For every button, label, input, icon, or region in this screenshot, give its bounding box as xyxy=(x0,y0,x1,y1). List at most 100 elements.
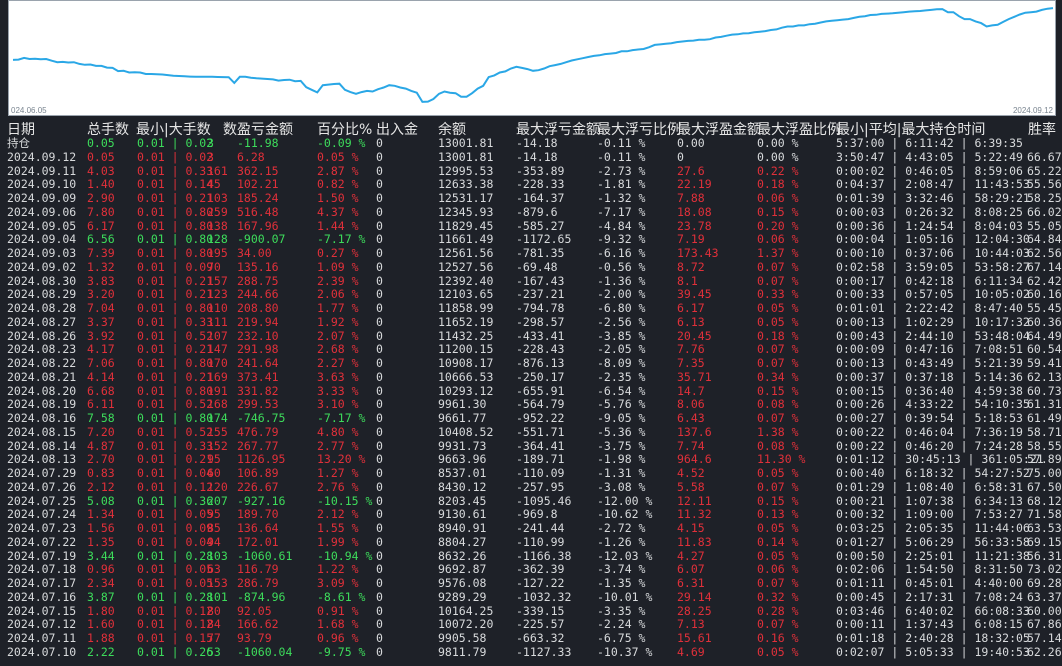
table-row[interactable]: 2024.07.22 1.35 0.01 | 0.04 94 172.01 1.99 % 0… xyxy=(0,534,1062,550)
table-row[interactable]: 2024.08.27 3.37 0.01 | 0.33 111 219.94 1.92 %… xyxy=(0,314,1062,330)
table-row[interactable]: 2024.07.26 2.12 0.01 | 0.12 120 226.67 2.76 %… xyxy=(0,479,1062,495)
cell-date: 2024.08.27 xyxy=(7,314,77,329)
table-row[interactable]: 2024.08.15 7.20 0.01 | 0.52 155 476.79 4.80 %… xyxy=(0,424,1062,440)
cell-profit: 226.67 xyxy=(237,479,279,494)
header-holding-time[interactable]: 最小|平均|最大持仓时间 xyxy=(836,119,985,138)
header-balance[interactable]: 余额 xyxy=(438,119,466,138)
cell-balance: 8632.26 xyxy=(438,548,487,563)
cell-holding-time: 0:00:10 | 0:37:06 | 10:44:03 xyxy=(836,246,1030,260)
table-row[interactable]: 2024.07.17 2.34 0.01 | 0.05 153 286.79 3.09 %… xyxy=(0,576,1062,591)
cell-holding-time: 0:01:18 | 2:40:28 | 18:32:05 xyxy=(836,631,1030,645)
table-row[interactable]: 2024.07.11 1.88 0.01 | 0.15 77 93.79 0.96 % 0 9… xyxy=(0,631,1062,646)
header-date[interactable]: 日期 xyxy=(7,119,35,138)
header-max-float-loss-pct[interactable]: 最大浮亏比例 xyxy=(597,119,681,138)
cell-max-float-loss-pct: -8.09 % xyxy=(597,356,646,370)
cell-win-rate: 62.13 xyxy=(1027,369,1062,384)
cell-date: 2024.09.05 xyxy=(7,218,77,233)
cell-max-float-profit: 6.43 xyxy=(677,411,705,425)
cell-percent: 1.09 % xyxy=(317,259,359,274)
cell-trade-count: 77 xyxy=(207,631,221,645)
cell-max-float-loss: -1032.32 xyxy=(516,589,572,604)
cell-total-lots: 1.35 xyxy=(87,534,115,549)
cell-total-lots: 3.83 xyxy=(87,273,115,288)
header-win-rate[interactable]: 胜率 xyxy=(1028,119,1056,138)
table-row[interactable]: 2024.08.26 3.92 0.01 | 0.52 107 232.10 2.07 %… xyxy=(0,329,1062,344)
cell-max-float-loss: -794.78 xyxy=(516,301,565,315)
header-max-float-profit-amount[interactable]: 最大浮盈金额 xyxy=(677,119,761,138)
table-row[interactable]: 2024.08.19 6.11 0.01 | 0.52 168 299.53 3.10 %… xyxy=(0,398,1062,412)
cell-holding-time: 0:00:36 | 1:24:54 | 8:04:03 xyxy=(836,218,1023,233)
table-row[interactable]: 2024.09.05 6.17 0.01 | 0.80 138 167.96 1.44 %… xyxy=(0,218,1062,234)
cell-deposit: 0 xyxy=(376,149,383,164)
cell-min-max-lots: 0.01 | 0.02 xyxy=(137,136,214,150)
cell-max-float-profit: 12.11 xyxy=(677,493,712,508)
cell-max-float-profit: 8.1 xyxy=(677,273,698,288)
table-row[interactable]: 2024.08.30 3.83 0.01 | 0.21 157 288.75 2.39 %… xyxy=(0,273,1062,289)
cell-percent: 0.82 % xyxy=(317,177,359,192)
table-row[interactable]: 2024.09.09 2.90 0.01 | 0.21 103 185.24 1.50 %… xyxy=(0,191,1062,206)
cell-max-float-profit: 7.13 xyxy=(677,617,705,632)
table-row[interactable]: 2024.07.23 1.56 0.01 | 0.09 85 136.64 1.55 % 0… xyxy=(0,521,1062,536)
header-trade-count[interactable]: 数 xyxy=(223,119,237,138)
table-row[interactable]: 2024.07.29 0.83 0.01 | 0.04 60 106.89 1.27 % 0… xyxy=(0,466,1062,481)
header-max-float-loss-amount[interactable]: 最大浮亏金额 xyxy=(516,119,600,138)
cell-trade-count: 3 xyxy=(207,136,214,150)
table-row[interactable]: 2024.08.16 7.58 0.01 | 0.80 174 -746.75 -7.17… xyxy=(0,411,1062,426)
cell-max-float-profit: 14.7 xyxy=(677,383,705,398)
cell-max-float-loss-pct: -6.80 % xyxy=(597,301,646,315)
cell-max-float-profit-pct: 1.38 % xyxy=(757,424,799,439)
table-row[interactable]: 2024.09.04 6.56 0.01 | 0.80 128 -900.07 -7.17… xyxy=(0,233,1062,247)
chart-x-start-label: 024.06.05 xyxy=(11,106,47,115)
table-row[interactable]: 2024.09.06 7.80 0.01 | 0.80 259 516.48 4.37 %… xyxy=(0,204,1062,220)
cell-balance: 9931.73 xyxy=(438,438,487,453)
table-row[interactable]: 2024.09.02 1.32 0.01 | 0.09 70 135.16 1.09 % 0… xyxy=(0,259,1062,275)
header-min-max-lots[interactable]: 最小|大手数 xyxy=(136,119,211,138)
table-row[interactable]: 2024.07.16 3.87 0.01 | 0.28 101 -874.96 -8.61… xyxy=(0,589,1062,605)
table-row[interactable]: 2024.07.19 3.44 0.01 | 0.28 103 -1060.61 -10.… xyxy=(0,548,1062,564)
table-row[interactable]: 持仓 0.05 0.01 | 0.02 3 -11.98 -0.09 % 0 13001.81… xyxy=(0,136,1062,151)
header-deposit-withdraw[interactable]: 出入金 xyxy=(376,119,418,138)
header-total-lots[interactable]: 总手数 xyxy=(87,119,129,138)
header-percent[interactable]: 百分比% xyxy=(317,119,372,138)
table-row[interactable]: 2024.08.28 7.04 0.01 | 0.80 110 208.80 1.77 %… xyxy=(0,301,1062,316)
cell-max-float-loss-pct: -1.32 % xyxy=(597,191,646,205)
cell-percent: 2.39 % xyxy=(317,273,359,288)
table-row[interactable]: 2024.07.12 1.60 0.01 | 0.12 84 166.62 1.68 % 0… xyxy=(0,618,1062,632)
table-row[interactable]: 2024.07.18 0.96 0.01 | 0.05 63 116.79 1.22 % 0… xyxy=(0,563,1062,577)
table-row[interactable]: 2024.07.25 5.08 0.01 | 0.36 207 -927.16 -10.1… xyxy=(0,493,1062,509)
table-row[interactable]: 2024.08.14 4.87 0.01 | 0.33 152 267.77 2.77 %… xyxy=(0,438,1062,454)
cell-min-max-lots: 0.01 | 0.09 xyxy=(137,521,214,535)
cell-holding-time: 0:00:21 | 1:07:38 | 6:34:13 xyxy=(836,493,1023,508)
cell-max-float-loss: -876.13 xyxy=(516,356,565,370)
table-row[interactable]: 2024.08.20 6.68 0.01 | 0.80 191 331.82 3.33 %… xyxy=(0,383,1062,399)
table-row[interactable]: 2024.08.23 4.17 0.01 | 0.21 147 291.98 2.68 %… xyxy=(0,343,1062,357)
cell-holding-time: 0:01:01 | 2:22:42 | 8:47:40 xyxy=(836,301,1023,315)
cell-trade-count: 153 xyxy=(207,576,228,590)
table-row[interactable]: 2024.08.22 7.06 0.01 | 0.80 170 241.64 2.27 %… xyxy=(0,356,1062,371)
cell-max-float-loss: -564.79 xyxy=(516,397,565,412)
table-row[interactable]: 2024.09.03 7.39 0.01 | 0.80 195 34.00 0.27 % 0… xyxy=(0,246,1062,261)
table-row[interactable]: 2024.08.21 4.14 0.01 | 0.21 169 373.41 3.63 %… xyxy=(0,369,1062,385)
header-profit-amount[interactable]: 盈亏金额 xyxy=(237,119,293,138)
cell-max-float-profit: 4.27 xyxy=(677,548,705,563)
cell-profit: 476.79 xyxy=(237,424,279,439)
cell-max-float-loss: -1127.33 xyxy=(516,644,572,659)
header-max-float-profit-pct[interactable]: 最大浮盈比例 xyxy=(757,119,841,138)
cell-date: 2024.07.24 xyxy=(7,507,77,522)
table-row[interactable]: 2024.09.10 1.40 0.01 | 0.14 45 102.21 0.82 % 0… xyxy=(0,178,1062,192)
cell-min-max-lots: 0.01 | 0.26 xyxy=(137,644,214,659)
cell-max-float-loss: -364.41 xyxy=(516,438,565,453)
table-row[interactable]: 2024.07.24 1.34 0.01 | 0.05 95 189.70 2.12 % 0… xyxy=(0,508,1062,522)
table-row[interactable]: 2024.09.12 0.05 0.01 | 0.02 3 6.28 0.05 % 0 130… xyxy=(0,149,1062,165)
cell-balance: 12345.93 xyxy=(438,204,494,219)
cell-profit: 373.41 xyxy=(237,369,279,384)
table-row[interactable]: 2024.07.15 1.80 0.01 | 0.12 80 92.05 0.91 % 0 1… xyxy=(0,604,1062,619)
table-row[interactable]: 2024.08.13 2.70 0.01 | 0.21 95 1126.95 13.20 … xyxy=(0,453,1062,467)
cell-date: 2024.09.09 xyxy=(7,191,77,205)
cell-trade-count: 110 xyxy=(207,301,228,315)
table-row[interactable]: 2024.09.11 4.03 0.01 | 0.33 161 362.15 2.87 %… xyxy=(0,164,1062,179)
cell-balance: 12531.17 xyxy=(438,191,494,205)
cell-deposit: 0 xyxy=(376,136,383,150)
table-row[interactable]: 2024.07.10 2.22 0.01 | 0.26 53 -1060.04 -9.75… xyxy=(0,644,1062,660)
table-row[interactable]: 2024.08.29 3.20 0.01 | 0.21 123 244.66 2.06 %… xyxy=(0,288,1062,302)
